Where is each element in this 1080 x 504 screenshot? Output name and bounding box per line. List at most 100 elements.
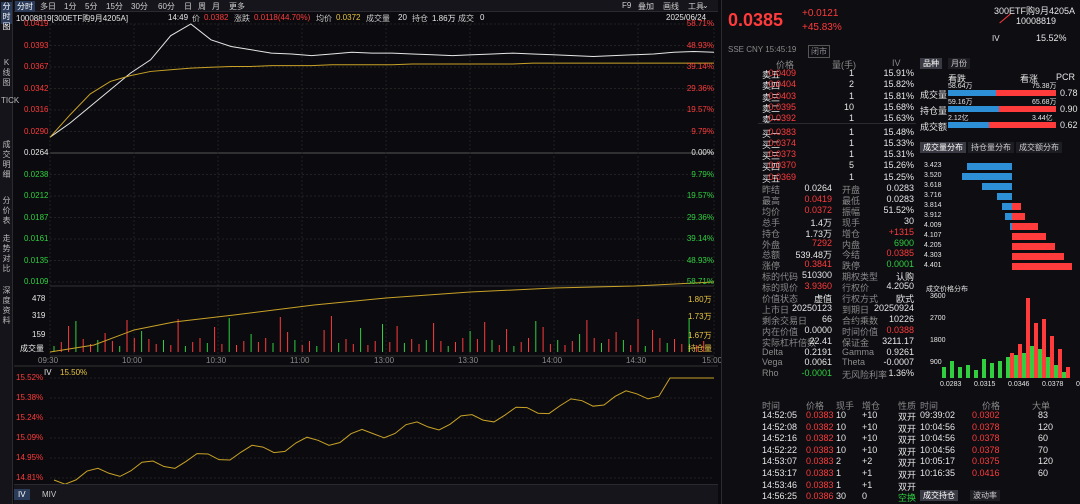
iv-label: IV [44, 368, 52, 377]
stat-value: 3211.17 [882, 335, 914, 346]
oi-tick-1: 1.73万 [688, 312, 712, 321]
ob-iv: 15.25% [883, 171, 914, 182]
big-size: 120 [1038, 421, 1054, 432]
ob-price: 0.0373 [768, 149, 796, 160]
trade-cell: 0.0382 [806, 421, 834, 432]
pd-y-0: 3600 [930, 293, 946, 300]
side-tab-6[interactable]: 深度资料 [1, 286, 12, 332]
side-tab-4[interactable]: 分价表 [1, 196, 12, 228]
pct-tick-4: 19.57% [686, 105, 714, 114]
stat-label: Gamma [842, 346, 875, 357]
ob-iv: 15.33% [883, 137, 914, 148]
bottom-tabs: IV MIV [14, 484, 718, 504]
iv-tick-0: 15.52% [16, 373, 44, 382]
quote-chg: +0.0121 [802, 8, 839, 19]
big-time: 10:04:56 [920, 444, 956, 455]
trade-cell: 30 [836, 491, 847, 502]
ob-vol: 1 [848, 171, 854, 182]
br-tab-0[interactable]: 成交持仓 [920, 490, 958, 501]
time-tick-2: 10:30 [206, 356, 227, 365]
ob-iv: 15.31% [883, 149, 914, 160]
price-tick-4: 0.0316 [24, 105, 49, 114]
pct-tick-3: 29.36% [686, 83, 714, 93]
intraday-chart[interactable]: 0.0419 58.71% 0.0393 48.93% 0.0367 39.14% 0.03… [14, 0, 722, 504]
dist-tab-0[interactable]: 成交量分布 [920, 142, 966, 153]
stat-value: 0.0000 [804, 324, 832, 335]
quote-pct: +45.83% [802, 22, 842, 33]
ob-iv: 15.63% [883, 113, 914, 124]
stat-label: Rho [762, 368, 779, 379]
side-tab-5[interactable]: 走势对比 [1, 234, 12, 278]
dist-label: 3.618 [924, 182, 942, 189]
price-tick-0: 0.0419 [24, 19, 49, 28]
trade-cell: 0.0386 [806, 491, 834, 502]
ob-price: 0.0403 [768, 90, 796, 101]
stat-value: 3.9360 [804, 281, 832, 292]
trade-cell: 0.0383 [806, 410, 834, 420]
ob-vol: 10 [843, 101, 854, 112]
price-tick-10: 0.0161 [24, 234, 49, 243]
trade-cell: 14:53:17 [762, 468, 798, 478]
pcr-put-bar [948, 106, 999, 112]
time-tick-5: 13:30 [458, 356, 479, 365]
bottom-tab-1[interactable]: MIV [38, 489, 60, 500]
big-time: 09:39:02 [920, 410, 956, 420]
trade-cell: 1 [836, 479, 842, 490]
big-time: 10:16:35 [920, 468, 956, 478]
ob-price: 0.0395 [768, 101, 796, 112]
dist-call-bar [1012, 213, 1025, 220]
pcr-tab-1[interactable]: 月份 [948, 58, 970, 69]
stat-value: 4.2050 [886, 281, 914, 292]
ob-vol: 1 [848, 68, 854, 78]
iv-tick-2: 15.24% [16, 413, 44, 422]
pcr-call-bar [995, 90, 1056, 96]
dist-label: 4.303 [924, 252, 942, 259]
ob-iv: 15.91% [883, 68, 914, 78]
pcr-tab-0[interactable]: 品种 [920, 58, 942, 69]
trade-cell: 1 [836, 468, 842, 478]
dist-put-bar [1004, 213, 1012, 220]
ob-h-iv: IV [892, 58, 901, 68]
ob-price: 0.0369 [768, 171, 796, 182]
dist-put-bar [997, 193, 1012, 200]
vol-tick-1: 319 [32, 311, 46, 320]
trade-cell: 0.0383 [806, 479, 834, 490]
side-tab-1[interactable]: K线图 [1, 58, 12, 92]
ob-iv: 15.48% [883, 126, 914, 137]
side-tab-3[interactable]: 成交明细 [1, 140, 12, 190]
pct-tick-11: 48.93% [686, 255, 714, 265]
price-tick-6: 0.0264 [24, 148, 49, 157]
stat-value: 0.0388 [886, 324, 914, 335]
time-tick-7: 14:30 [626, 356, 647, 365]
pct-tick-5: 9.79% [691, 126, 714, 136]
trade-cell: 0.0383 [806, 444, 834, 455]
trade-cell: +10 [862, 421, 878, 432]
side-tab-0[interactable]: 分时图 [1, 2, 12, 31]
dist-label: 3.912 [924, 212, 942, 219]
dist-call-bar [1012, 243, 1055, 250]
pcr-label: 成交额 [920, 122, 948, 132]
pd-y-1: 2700 [930, 315, 946, 322]
trade-cell: 14:53:46 [762, 479, 798, 490]
ob-price: 0.0374 [768, 137, 796, 148]
side-tab-2[interactable]: TICK [1, 96, 19, 134]
trade-cell: 10 [836, 433, 847, 444]
trade-cell: +1 [862, 468, 873, 478]
stat-value: 10226 [888, 313, 914, 324]
ob-price: 0.0409 [768, 68, 796, 78]
iv-tick-4: 14.95% [16, 453, 44, 462]
dist-tab-2[interactable]: 成交额分布 [1016, 142, 1062, 153]
trade-cell: +1 [862, 479, 873, 490]
iv-line [53, 377, 714, 485]
dist-label: 4.107 [924, 232, 942, 239]
pcr-value: 0.90 [1060, 104, 1078, 114]
dist-tab-1[interactable]: 持仓量分布 [968, 142, 1014, 153]
pd-x-0: 0.0283 [940, 381, 962, 388]
stat-value: 0.2191 [804, 346, 832, 357]
dist-label: 3.423 [924, 162, 942, 169]
br-tab-1[interactable]: 波动率 [970, 490, 1000, 501]
series-line-0 [49, 23, 715, 138]
vol-tick-0: 478 [32, 294, 46, 303]
bottom-tab-0[interactable]: IV [14, 489, 30, 500]
trade-cell: +10 [862, 410, 878, 420]
